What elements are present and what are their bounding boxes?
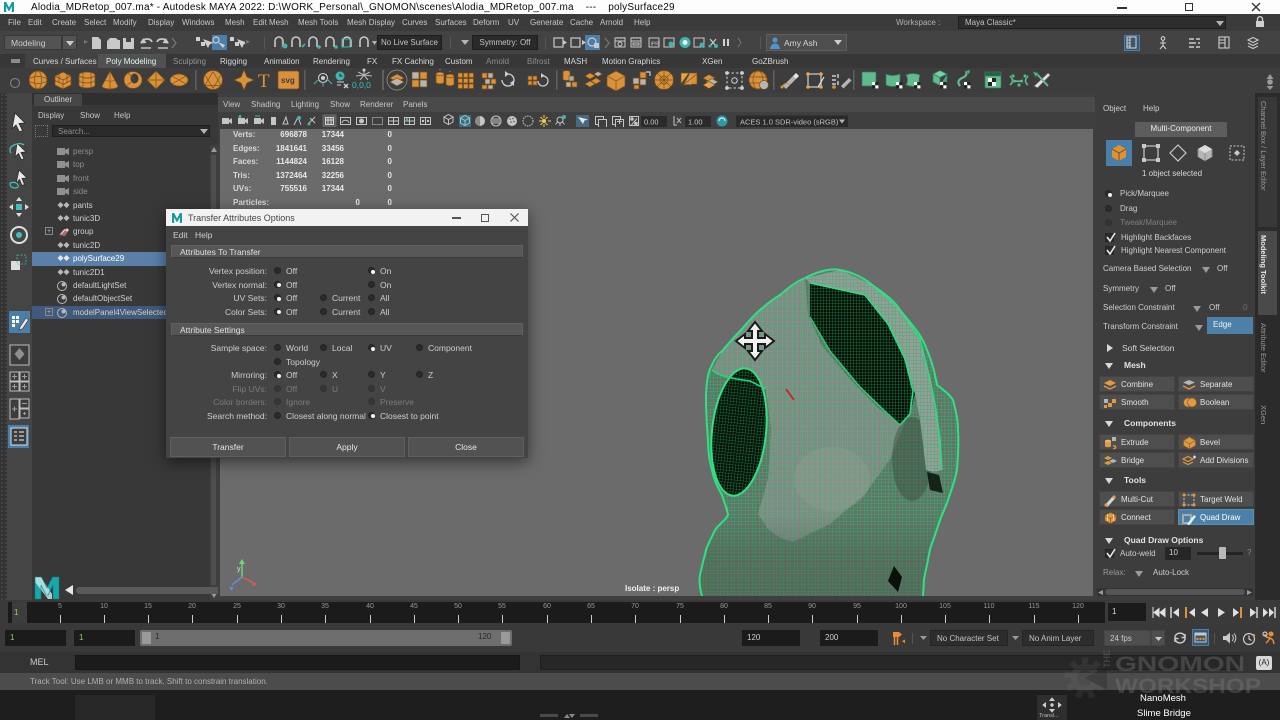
svg-text:T: T [258, 71, 270, 92]
svg-text:0,0,0: 0,0,0 [352, 80, 371, 90]
svg-text:0.00: 0.00 [644, 118, 659, 127]
svg-text:1.00: 1.00 [688, 118, 703, 127]
svg-text:IPR: IPR [651, 42, 660, 48]
svg-text:y: y [237, 566, 241, 573]
svg-text:svg: svg [281, 76, 295, 85]
svg-text:ACES 1.0 SDR-video (sRGB): ACES 1.0 SDR-video (sRGB) [740, 118, 839, 127]
